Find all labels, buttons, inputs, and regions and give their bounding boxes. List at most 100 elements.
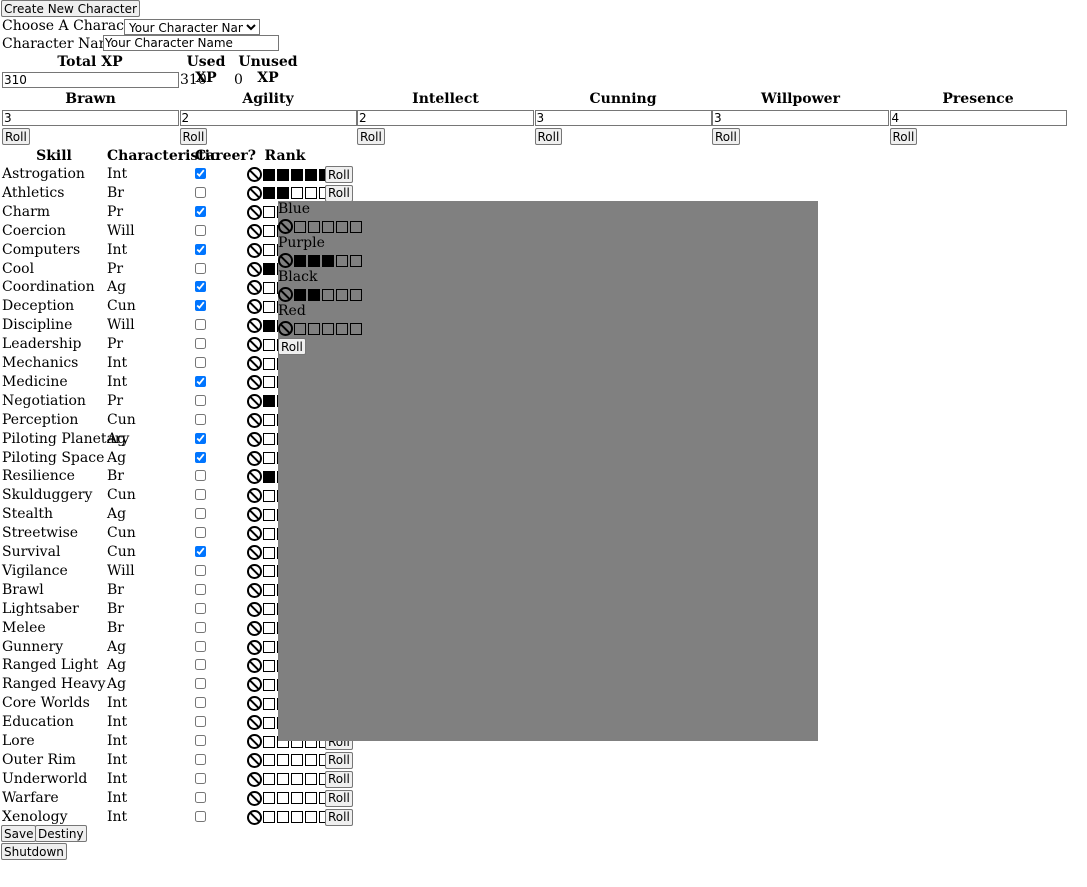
clear-rank-icon[interactable] [247, 677, 262, 693]
rank-box[interactable] [263, 811, 275, 824]
clear-rank-icon[interactable] [247, 582, 262, 598]
shutdown-button[interactable]: Shutdown [1, 843, 67, 860]
rank-box[interactable] [305, 811, 317, 824]
rank-box[interactable] [308, 220, 320, 233]
career-checkbox[interactable] [195, 753, 206, 765]
rank-box[interactable] [291, 754, 303, 767]
rank-box[interactable] [305, 187, 317, 200]
clear-rank-icon[interactable] [247, 167, 262, 182]
career-checkbox[interactable] [195, 432, 206, 444]
career-checkbox[interactable] [195, 791, 206, 803]
rank-box[interactable] [263, 716, 275, 729]
character-name-input[interactable] [103, 35, 279, 51]
rank-box[interactable] [263, 565, 275, 578]
career-checkbox[interactable] [195, 602, 206, 614]
clear-rank-icon[interactable] [247, 242, 262, 258]
career-checkbox[interactable] [195, 262, 206, 274]
clear-rank-icon[interactable] [247, 752, 262, 768]
save-button[interactable]: Save [1, 825, 37, 842]
clear-rank-icon[interactable] [247, 790, 262, 806]
career-checkbox[interactable] [195, 394, 206, 406]
characteristic-input[interactable] [712, 110, 889, 126]
rank-box[interactable] [277, 168, 289, 181]
rank-box[interactable] [263, 641, 275, 653]
rank-box[interactable] [305, 773, 317, 786]
career-checkbox[interactable] [195, 640, 206, 652]
rank-box[interactable] [263, 300, 275, 313]
skill-roll-button[interactable]: Roll [325, 808, 353, 826]
rank-box[interactable] [263, 225, 275, 238]
rank-box[interactable] [263, 792, 275, 805]
career-checkbox[interactable] [195, 413, 206, 425]
clear-rank-icon[interactable] [247, 299, 262, 315]
rank-box[interactable] [336, 220, 348, 233]
rank-box[interactable] [350, 220, 362, 233]
career-checkbox[interactable] [195, 224, 206, 236]
rank-box[interactable] [308, 288, 320, 301]
rank-box[interactable] [263, 376, 275, 389]
rank-box[interactable] [308, 322, 320, 335]
rank-box[interactable] [263, 206, 275, 219]
clear-rank-icon[interactable] [247, 734, 262, 749]
clear-rank-icon[interactable] [247, 469, 262, 485]
clear-rank-icon[interactable] [247, 620, 262, 636]
rank-box[interactable] [291, 811, 303, 824]
clear-rank-icon[interactable] [247, 488, 262, 504]
characteristic-roll-button[interactable]: Roll [889, 128, 918, 145]
clear-rank-icon[interactable] [247, 185, 262, 201]
overlay-roll-button[interactable]: Roll [278, 338, 306, 355]
clear-rank-icon[interactable] [247, 261, 262, 277]
skill-roll-button[interactable]: Roll [325, 166, 353, 183]
clear-rank-icon[interactable] [247, 393, 262, 409]
rank-box[interactable] [263, 527, 275, 540]
rank-box[interactable] [277, 187, 289, 200]
career-checkbox[interactable] [195, 772, 206, 784]
rank-box[interactable] [336, 322, 348, 335]
rank-box[interactable] [305, 168, 317, 181]
career-checkbox[interactable] [195, 735, 206, 746]
career-checkbox[interactable] [195, 338, 206, 350]
rank-box[interactable] [291, 792, 303, 805]
rank-box[interactable] [291, 168, 303, 181]
career-checkbox[interactable] [195, 168, 206, 179]
rank-box[interactable] [263, 357, 275, 370]
rank-box[interactable] [350, 288, 362, 301]
clear-rank-icon[interactable] [247, 639, 262, 655]
career-checkbox[interactable] [195, 659, 206, 671]
clear-rank-icon[interactable] [247, 526, 262, 542]
career-checkbox[interactable] [195, 697, 206, 709]
career-checkbox[interactable] [195, 564, 206, 576]
rank-box[interactable] [263, 244, 275, 257]
career-checkbox[interactable] [195, 186, 206, 198]
clear-rank-icon[interactable] [278, 219, 293, 234]
rank-box[interactable] [263, 508, 275, 521]
career-checkbox[interactable] [195, 546, 206, 557]
clear-rank-icon[interactable] [247, 601, 262, 617]
rank-box[interactable] [291, 773, 303, 786]
rank-box[interactable] [263, 433, 275, 446]
career-checkbox[interactable] [195, 621, 206, 633]
clear-rank-icon[interactable] [278, 287, 293, 302]
characteristic-input[interactable] [179, 110, 357, 126]
rank-box[interactable] [277, 792, 289, 805]
rank-box[interactable] [263, 735, 275, 748]
characteristic-roll-button[interactable]: Roll [179, 128, 208, 145]
career-checkbox[interactable] [195, 451, 206, 463]
career-checkbox[interactable] [195, 319, 206, 331]
career-checkbox[interactable] [195, 678, 206, 690]
rank-box[interactable] [263, 754, 275, 767]
clear-rank-icon[interactable] [247, 809, 262, 825]
choose-character-select[interactable]: Your Character Name [124, 19, 260, 35]
characteristic-roll-button[interactable]: Roll [357, 128, 385, 145]
create-new-character-button[interactable]: Create New Character [1, 0, 140, 17]
career-checkbox[interactable] [195, 527, 206, 539]
career-checkbox[interactable] [195, 205, 206, 217]
characteristic-input[interactable] [357, 110, 534, 126]
clear-rank-icon[interactable] [247, 318, 262, 334]
rank-box[interactable] [336, 254, 348, 267]
skill-roll-button[interactable]: Roll [325, 751, 353, 769]
career-checkbox[interactable] [195, 375, 206, 387]
rank-box[interactable] [263, 168, 275, 181]
career-checkbox[interactable] [195, 583, 206, 595]
rank-box[interactable] [322, 322, 334, 335]
